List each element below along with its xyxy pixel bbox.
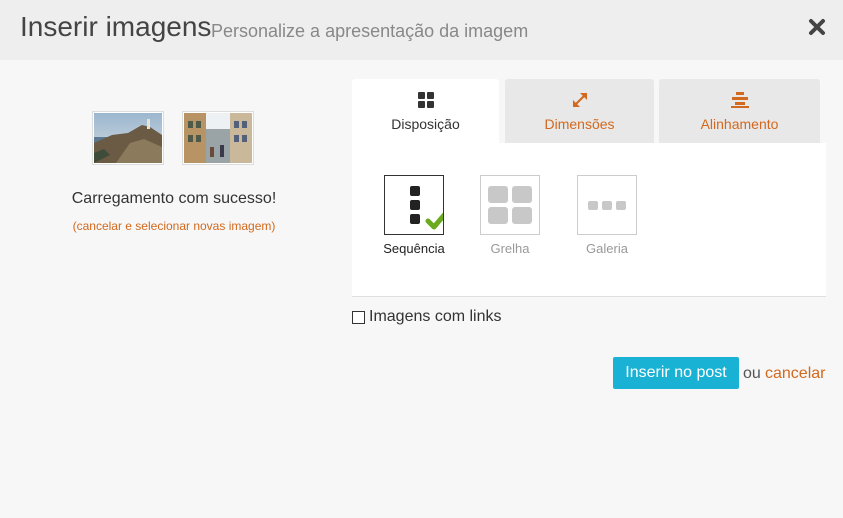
tab-disposicao-label: Disposição [391, 116, 460, 132]
grid-layout-icon [488, 186, 532, 224]
layout-option-sequence[interactable] [384, 175, 448, 235]
or-text: ou [743, 365, 761, 382]
thumbnail-narrow-street [182, 111, 254, 165]
dialog-header: Inserir imagens Personalize a apresentaç… [0, 0, 843, 60]
insert-into-post-button[interactable]: Inserir no post [613, 357, 739, 389]
dialog-subtitle: Personalize a apresentação da imagem [211, 21, 529, 41]
layout-option-sequence-label: Sequência [383, 241, 445, 256]
tab-dimensoes[interactable]: Dimensões [505, 79, 654, 144]
layout-option-grid-label: Grelha [490, 241, 530, 256]
tab-alinhamento-label: Alinhamento [700, 116, 779, 132]
layout-option-gallery-label: Galeria [586, 241, 628, 256]
resize-arrows-icon [570, 91, 590, 109]
tab-disposicao[interactable]: Disposição [352, 79, 499, 144]
gallery-icon [588, 201, 626, 210]
grid-icon [416, 91, 436, 109]
images-with-links-checkbox[interactable] [352, 310, 365, 324]
cancel-link[interactable]: cancelar [765, 365, 825, 383]
layout-option-gallery[interactable] [577, 175, 637, 235]
tab-dimensoes-label: Dimensões [544, 116, 615, 132]
images-with-links-option[interactable]: Imagens com links [352, 308, 502, 326]
align-center-icon [730, 91, 750, 109]
thumbnail-coastal-cliff [92, 111, 164, 165]
images-with-links-label: Imagens com links [369, 308, 502, 325]
layout-option-grid[interactable] [480, 175, 540, 235]
sequence-icon [410, 186, 448, 230]
close-icon[interactable] [806, 16, 828, 38]
dialog-title: Inserir imagens [20, 11, 212, 42]
upload-success-message: Carregamento com sucesso! [71, 190, 277, 207]
cancel-and-select-new-link[interactable]: (cancelar e selecionar novas imagem) [0, 219, 348, 233]
tab-alinhamento[interactable]: Alinhamento [659, 79, 820, 144]
